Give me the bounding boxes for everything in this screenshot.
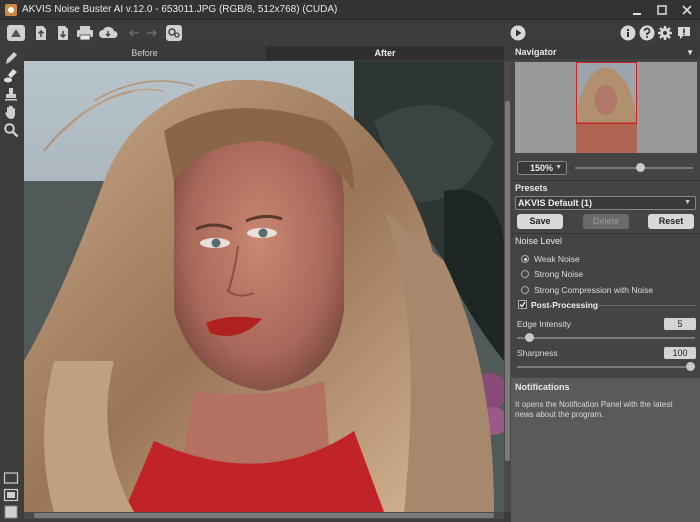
weak-noise-radio[interactable] [521, 255, 529, 263]
post-processing-label[interactable]: Post-Processing [531, 300, 598, 310]
strong-noise-label[interactable]: Strong Noise [534, 269, 583, 279]
redo-icon [147, 29, 158, 37]
run-button[interactable] [508, 23, 528, 43]
presets-selected: AKVIS Default (1) [518, 198, 593, 208]
download-icon [99, 26, 118, 38]
help-button[interactable] [637, 23, 657, 43]
tab-before[interactable]: Before [24, 46, 265, 60]
presets-title: Presets [515, 183, 548, 193]
edge-intensity-slider-track[interactable] [517, 337, 695, 339]
chevron-down-icon: ▼ [684, 199, 691, 206]
post-processing-checkbox[interactable] [518, 300, 527, 309]
title-bar: AKVIS Noise Buster AI v.12.0 - 653011.JP… [0, 0, 700, 20]
sharpness-slider-handle[interactable] [686, 362, 695, 371]
tab-after[interactable]: After [266, 46, 504, 60]
delete-preset-button[interactable]: Delete [583, 214, 629, 229]
toolbar [0, 20, 700, 46]
home-button[interactable] [4, 23, 28, 43]
download-button[interactable] [98, 23, 118, 43]
open-file-icon [36, 26, 46, 40]
notification-icon [678, 27, 690, 39]
collapse-arrow-icon[interactable]: ▼ [686, 46, 694, 59]
undo-button[interactable] [124, 23, 144, 43]
info-icon [620, 25, 636, 41]
sharpness-slider-track[interactable] [517, 366, 695, 368]
zoom-icon[interactable] [3, 122, 19, 138]
gear-icon [658, 26, 672, 40]
zoom-select[interactable]: 150% ▼ [517, 161, 567, 175]
notifications-panel: Notifications It opens the Notification … [511, 378, 700, 522]
info-button[interactable] [618, 23, 638, 43]
sharpness-value[interactable]: 100 [664, 347, 696, 359]
undo-icon [128, 29, 139, 37]
vertical-scroll-thumb[interactable] [505, 101, 510, 461]
print-icon [77, 26, 93, 41]
redo-button[interactable] [142, 23, 162, 43]
split-view-icon[interactable] [3, 487, 19, 503]
horizontal-scroll-thumb[interactable] [34, 513, 494, 518]
chevron-down-icon: ▼ [555, 164, 562, 171]
brush-icon[interactable] [3, 50, 19, 66]
save-preset-button[interactable]: Save [517, 214, 563, 229]
minimize-icon[interactable] [630, 3, 644, 17]
settings-gear-icon [166, 25, 182, 41]
reset-preset-button[interactable]: Reset [648, 214, 694, 229]
image-canvas[interactable] [24, 61, 504, 512]
strong-compression-radio[interactable] [521, 286, 529, 294]
strong-compression-label[interactable]: Strong Compression with Noise [534, 285, 653, 295]
zoom-slider-track[interactable] [575, 167, 693, 169]
navigator-preview[interactable] [515, 62, 697, 153]
navigator-viewport-frame[interactable] [576, 62, 637, 124]
navigator-header: Navigator ▼ [511, 46, 700, 59]
settings-button[interactable] [655, 23, 675, 43]
zoom-slider-handle[interactable] [636, 163, 645, 172]
divider [511, 233, 700, 234]
checkmark-icon [519, 301, 526, 308]
play-icon [510, 25, 526, 41]
single-view-icon[interactable] [3, 470, 19, 486]
notifications-button[interactable] [674, 23, 694, 43]
preferences-button[interactable] [164, 23, 184, 43]
eraser-brush-icon[interactable] [3, 68, 19, 84]
notifications-title: Notifications [515, 382, 570, 392]
notifications-text: It opens the Notification Panel with the… [515, 400, 673, 419]
vertical-scrollbar[interactable] [504, 61, 511, 512]
close-icon[interactable] [680, 3, 694, 17]
print-button[interactable] [75, 23, 95, 43]
app-logo-icon [5, 4, 17, 16]
view-tabs: Before After [22, 46, 504, 60]
divider [598, 305, 696, 306]
sharpness-label: Sharpness [517, 348, 558, 358]
stamp-icon[interactable] [3, 86, 19, 102]
strong-noise-radio[interactable] [521, 270, 529, 278]
navigator-title: Navigator [515, 47, 557, 57]
presets-select[interactable]: AKVIS Default (1) ▼ [515, 196, 696, 210]
hand-icon[interactable] [3, 104, 19, 120]
noise-level-title: Noise Level [515, 236, 563, 246]
maximize-icon[interactable] [655, 3, 669, 17]
zoom-value: 150% [530, 163, 554, 173]
edge-intensity-label: Edge Intensity [517, 319, 571, 329]
navigator-thumbnail [576, 62, 637, 153]
home-icon [7, 25, 25, 41]
horizontal-scrollbar[interactable] [24, 512, 504, 519]
left-toolbar [0, 46, 22, 522]
edge-intensity-value[interactable]: 5 [664, 318, 696, 330]
help-icon [639, 25, 655, 41]
background-color-icon[interactable] [3, 504, 19, 520]
window-title: AKVIS Noise Buster AI v.12.0 - 653011.JP… [22, 4, 338, 15]
open-file-button[interactable] [31, 23, 51, 43]
portrait-photo [24, 61, 504, 512]
divider [511, 180, 700, 181]
weak-noise-label[interactable]: Weak Noise [534, 254, 580, 264]
save-file-button[interactable] [53, 23, 73, 43]
save-file-icon [58, 26, 68, 40]
